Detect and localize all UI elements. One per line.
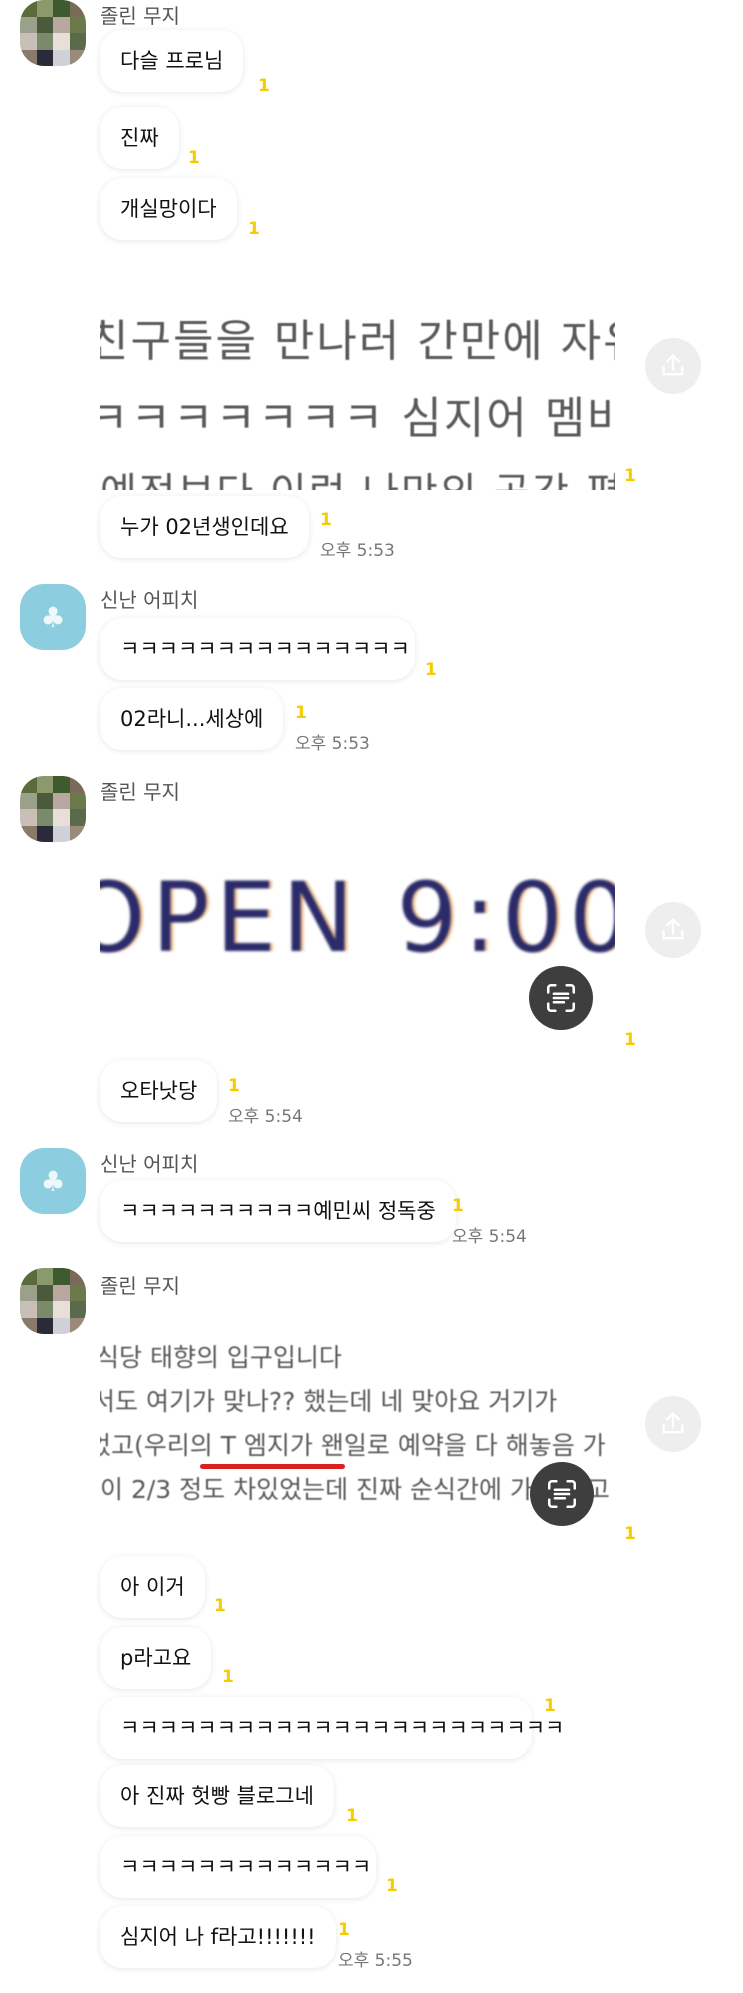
text-scan-button[interactable] (530, 1462, 594, 1526)
message-time: 오후 5:53 (320, 541, 395, 561)
photo-text-line: 었고(우리의 T 엠지가 왠일로 예약을 다 해놓음 가 (100, 1431, 606, 1460)
sender-name: 신난 어피치 (100, 1152, 199, 1176)
message-bubble[interactable]: 오타낫당 (100, 1060, 218, 1122)
share-button[interactable] (645, 338, 701, 394)
avatar[interactable]: ♣ (20, 1148, 86, 1214)
share-button[interactable] (645, 1396, 701, 1452)
unread-count: 1 (425, 660, 437, 680)
unread-count: 1 (248, 219, 260, 239)
unread-count: 1 (320, 510, 332, 530)
unread-count: 1 (188, 148, 200, 168)
message-time: 오후 5:54 (452, 1227, 527, 1247)
message-bubble[interactable]: ㅋㅋㅋㅋㅋㅋㅋㅋㅋㅋㅋㅋㅋㅋㅋㅋㅋㅋㅋㅋㅋㅋㅋ (100, 1697, 564, 1759)
sender-name: 졸린 무지 (100, 780, 180, 804)
message-time: 오후 5:55 (338, 1951, 413, 1971)
photo-text-line: ㅋㅋㅋㅋㅋㅋㅋ 심지어 멤바 줄 (100, 393, 615, 444)
share-icon (662, 1412, 684, 1434)
photo-message[interactable]: OPEN 9:00 (100, 860, 615, 990)
avatar[interactable]: ♣ (20, 584, 86, 650)
message-bubble[interactable]: ㅋㅋㅋㅋㅋㅋㅋㅋㅋㅋㅋㅋㅋ (100, 1836, 376, 1898)
message-time: 오후 5:54 (228, 1107, 303, 1127)
photo-text-line: OPEN 9:00 (100, 862, 615, 974)
message-bubble[interactable]: p라고요 (100, 1627, 212, 1689)
message-bubble[interactable]: 진짜 (100, 107, 179, 169)
unread-count: 1 (258, 76, 270, 96)
unread-count: 1 (346, 1806, 358, 1826)
share-button[interactable] (645, 902, 701, 958)
photo-text-line: 서도 여기가 맞나?? 했는데 네 맞아요 거기가 (100, 1387, 558, 1416)
avatar[interactable] (20, 1268, 86, 1334)
text-scan-icon (546, 983, 576, 1013)
unread-count: 1 (624, 1524, 636, 1544)
sender-name: 졸린 무지 (100, 1274, 180, 1298)
unread-count: 1 (228, 1076, 240, 1096)
sender-name: 신난 어피치 (100, 588, 199, 612)
message-bubble[interactable]: 누가 02년생인데요 (100, 496, 309, 558)
message-bubble[interactable]: 아 진짜 헛빵 블로그네 (100, 1765, 334, 1827)
message-bubble[interactable]: ㅋㅋㅋㅋㅋㅋㅋㅋㅋㅋㅋㅋㅋㅋㅋ (100, 618, 415, 680)
unread-count: 1 (452, 1196, 464, 1216)
apeach-icon: ♣ (40, 1164, 66, 1198)
unread-count: 1 (386, 1876, 398, 1896)
unread-count: 1 (544, 1696, 556, 1716)
photo-text-line: 친구들을 만나러 간만에 자유부 (100, 316, 615, 367)
unread-count: 1 (295, 703, 307, 723)
photo-text-line: 예전보다 이런 나만의 공간 편하 (100, 460, 615, 490)
message-bubble[interactable]: 02라니...세상에 (100, 688, 284, 750)
avatar[interactable] (20, 0, 86, 66)
avatar[interactable] (20, 776, 86, 842)
unread-count: 1 (624, 1030, 636, 1050)
photo-message[interactable]: 친구들을 만나러 간만에 자유부 ㅋㅋㅋㅋㅋㅋㅋ 심지어 멤바 줄 예전보다 이… (100, 300, 615, 490)
share-icon (662, 354, 684, 376)
unread-count: 1 (222, 1667, 234, 1687)
message-bubble[interactable]: ㅋㅋㅋㅋㅋㅋㅋㅋㅋㅋ예민씨 정독중 (100, 1180, 456, 1242)
share-icon (662, 918, 684, 940)
message-bubble[interactable]: 개실망이다 (100, 178, 237, 240)
message-bubble[interactable]: 다슬 프로님 (100, 30, 244, 92)
text-scan-button[interactable] (529, 966, 593, 1030)
apeach-icon: ♣ (40, 600, 66, 634)
message-bubble[interactable]: 심지어 나 f라고!!!!!!! (100, 1906, 336, 1968)
photo-text-line: 식당 태향의 입구입니다 (100, 1343, 342, 1372)
message-time: 오후 5:53 (295, 734, 370, 754)
sender-name: 졸린 무지 (100, 4, 180, 28)
unread-count: 1 (214, 1596, 226, 1616)
message-bubble[interactable]: 아 이거 (100, 1556, 205, 1618)
text-scan-icon (547, 1479, 577, 1509)
unread-count: 1 (338, 1920, 350, 1940)
unread-count: 1 (624, 466, 636, 486)
red-underline (200, 1464, 345, 1469)
